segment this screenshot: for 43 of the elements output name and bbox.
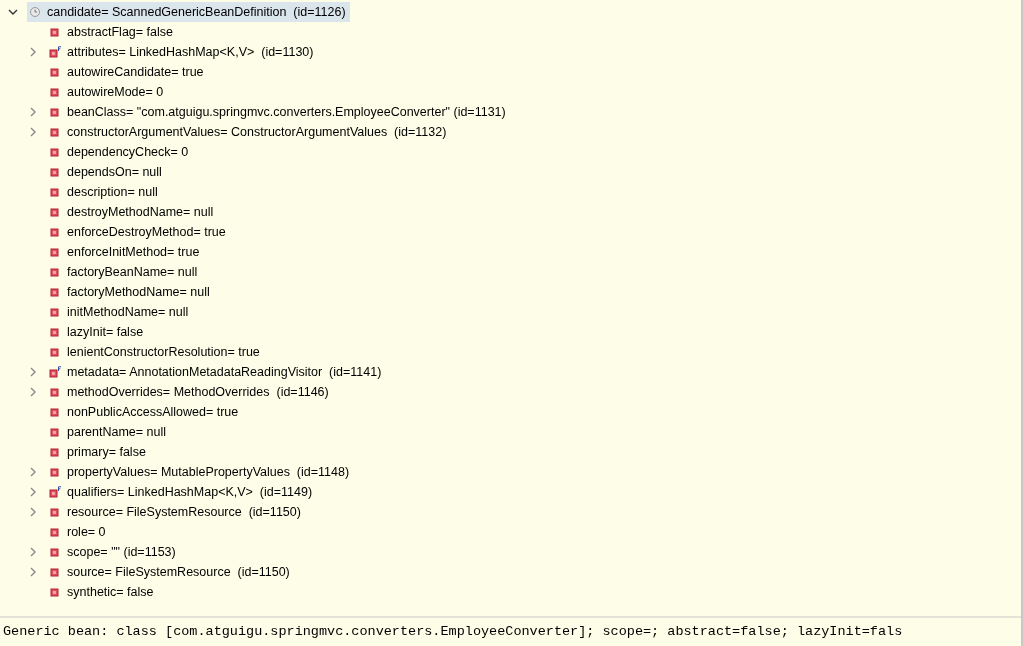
chevron-right-icon[interactable] [28,487,38,497]
chevron-right-icon[interactable] [28,107,38,117]
chevron-right-icon[interactable] [28,567,38,577]
variable-label[interactable]: autowireMode= 0 [67,82,164,102]
variable-label[interactable]: lenientConstructorResolution= true [67,342,260,362]
variable-label[interactable]: autowireCandidate= true [67,62,204,82]
detail-text: Generic bean: class [com.atguigu.springmvc.converters.EmployeeConverter]; scope=; abstract=false; lazyInit=fals [3,622,903,641]
variable-label[interactable]: source= FileSystemResource (id=1150) [67,562,290,582]
variable-label[interactable]: synthetic= false [67,582,154,602]
chevron-down-icon[interactable] [8,7,18,17]
variable-label[interactable]: qualifiers= LinkedHashMap<K,V> (id=1149) [67,482,313,502]
variable-label[interactable]: factoryBeanName= null [67,262,198,282]
chevron-right-icon[interactable] [28,507,38,517]
variable-label[interactable]: dependencyCheck= 0 [67,142,189,162]
variable-label[interactable]: lazyInit= false [67,322,144,342]
variable-label[interactable]: parentName= null [67,422,167,442]
variable-label[interactable]: propertyValues= MutablePropertyValues (id=1148) [67,462,350,482]
chevron-right-icon[interactable] [28,47,38,57]
tree-row-highlight[interactable]: candidate= ScannedGenericBeanDefinition (id=1126) [27,2,350,22]
variable-label[interactable]: methodOverrides= MethodOverrides (id=1146) [67,382,329,402]
variable-label[interactable]: enforceInitMethod= true [67,242,200,262]
variable-label[interactable]: primary= false [67,442,146,462]
variable-label[interactable]: initMethodName= null [67,302,189,322]
variable-label[interactable]: constructorArgumentValues= ConstructorArgumentValues (id=1132) [67,122,447,142]
chevron-right-icon[interactable] [28,367,38,377]
chevron-right-icon[interactable] [28,127,38,137]
variable-label[interactable]: nonPublicAccessAllowed= true [67,402,239,422]
variable-label[interactable]: abstractFlag= false [67,22,173,42]
variable-label[interactable]: description= null [67,182,158,202]
chevron-right-icon[interactable] [28,387,38,397]
chevron-right-icon[interactable] [28,467,38,477]
variable-label[interactable]: enforceDestroyMethod= true [67,222,226,242]
variable-label[interactable]: beanClass= "com.atguigu.springmvc.converters.EmployeeConverter" (id=1131) [67,102,506,122]
variable-label[interactable]: destroyMethodName= null [67,202,214,222]
variable-label[interactable]: scope= "" (id=1153) [67,542,176,562]
chevron-right-icon[interactable] [28,547,38,557]
variable-label[interactable]: role= 0 [67,522,106,542]
variable-label[interactable]: attributes= LinkedHashMap<K,V> (id=1130) [67,42,314,62]
variable-label[interactable]: resource= FileSystemResource (id=1150) [67,502,301,522]
variable-label: candidate= ScannedGenericBeanDefinition (id=1126) [47,3,346,21]
variable-label[interactable]: metadata= AnnotationMetadataReadingVisitor (id=1141) [67,362,382,382]
variable-label[interactable]: factoryMethodName= null [67,282,210,302]
variable-label[interactable]: dependsOn= null [67,162,162,182]
